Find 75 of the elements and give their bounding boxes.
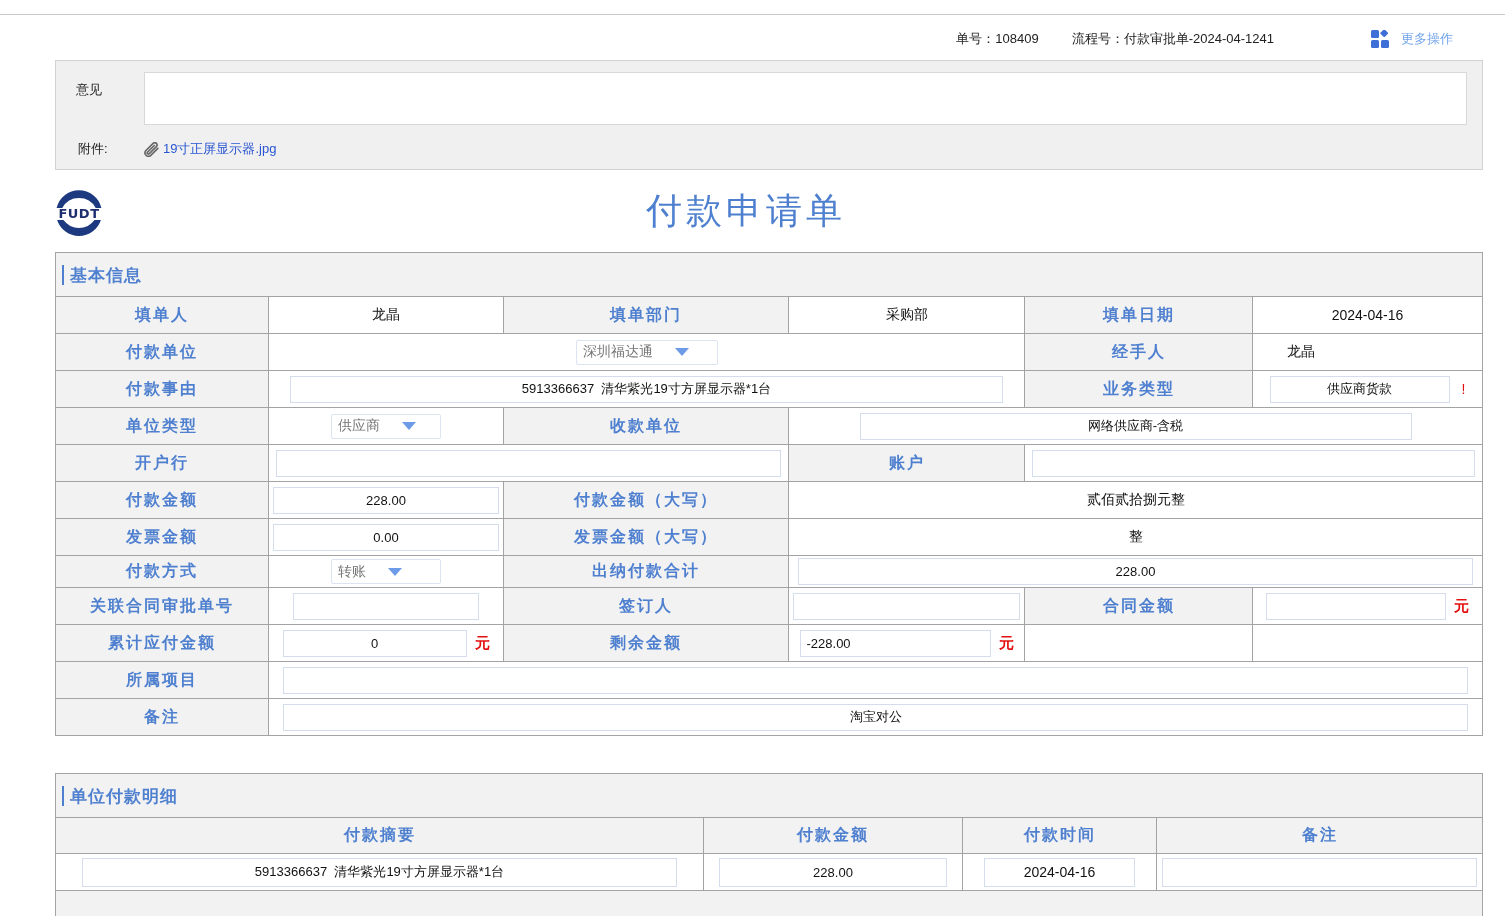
label-cell: 业务类型	[1024, 370, 1253, 408]
label-cell: 收款单位	[503, 407, 789, 445]
attachment-link[interactable]: 19寸正屏显示器.jpg	[163, 140, 277, 158]
order-number: 单号：108409	[956, 29, 1039, 48]
flow-number: 流程号：付款审批单-2024-04-1241	[1071, 29, 1274, 48]
label-cell: 发票金额	[55, 518, 269, 556]
label-cell: 出纳付款合计	[503, 555, 789, 588]
dropdown[interactable]: 供应商	[331, 413, 441, 439]
label-cell: 付款金额	[55, 481, 269, 519]
value-cell: 整	[788, 518, 1483, 556]
input-field[interactable]	[1266, 592, 1446, 620]
value-cell: 2024-04-16	[1252, 296, 1483, 334]
input-field[interactable]: 网络供应商-含税	[859, 412, 1412, 440]
caret-icon	[674, 348, 689, 356]
unit-label: 元	[1454, 596, 1469, 616]
input-field[interactable]: 228.00	[273, 486, 499, 514]
label-cell: 填单日期	[1024, 296, 1253, 334]
input-field[interactable]	[1162, 857, 1477, 887]
input-field[interactable]: 228.00	[719, 857, 947, 887]
value-cell: 龙晶	[1252, 333, 1483, 371]
input-field[interactable]	[283, 666, 1468, 694]
label-cell: 合同金额	[1024, 587, 1253, 625]
label-cell: 经手人	[1024, 333, 1253, 371]
label-cell: 关联合同审批单号	[55, 587, 269, 625]
required-mark: !	[1461, 381, 1466, 397]
label-cell: 签订人	[503, 587, 789, 625]
input-field[interactable]: -228.00	[799, 629, 991, 657]
label-cell: 剩余金额	[503, 624, 789, 662]
label-cell: 账户	[788, 444, 1025, 482]
input-field[interactable]: 0	[282, 629, 467, 657]
input-field[interactable]	[276, 449, 781, 477]
label-cell: 备注	[55, 698, 269, 736]
apps-icon	[1371, 29, 1389, 48]
column-header: 付款金额	[703, 817, 963, 854]
section-title: 基本信息	[62, 264, 142, 285]
column-header: 付款时间	[962, 817, 1157, 854]
input-field[interactable]: 0.00	[273, 523, 499, 551]
input-field[interactable]: 5913366637 清华紫光19寸方屏显示器*1台	[290, 375, 1003, 403]
opinion-field[interactable]	[144, 72, 1467, 125]
input-field[interactable]	[793, 592, 1020, 620]
label-cell: 付款方式	[55, 555, 269, 588]
label-cell: 单位类型	[55, 407, 269, 445]
label-cell: 发票金额（大写）	[503, 518, 789, 556]
column-header: 付款摘要	[55, 817, 704, 854]
caret-icon	[388, 567, 402, 576]
section-title: 单位付款明细	[62, 785, 178, 806]
input-field[interactable]: 228.00	[798, 558, 1473, 585]
input-field[interactable]: 供应商货款	[1269, 375, 1450, 403]
value-cell: 贰佰贰拾捌元整	[788, 481, 1483, 519]
paperclip-icon	[144, 141, 159, 157]
value-cell: 龙晶	[268, 296, 504, 334]
column-header: 备注	[1156, 817, 1483, 854]
label-cell: 填单部门	[503, 296, 789, 334]
label-cell: 付款金额（大写）	[503, 481, 789, 519]
opinion-label: 意见	[76, 81, 102, 99]
unit-label: 元	[998, 633, 1014, 653]
attachment-label: 附件:	[78, 140, 108, 158]
label-cell: 所属项目	[55, 661, 269, 699]
company-logo: FUDT	[53, 189, 105, 237]
input-field[interactable]: 2024-04-16	[984, 857, 1135, 887]
label-cell: 累计应付金额	[55, 624, 269, 662]
label-cell: 付款单位	[55, 333, 269, 371]
form-title: 付款申请单	[645, 188, 847, 233]
caret-icon	[402, 422, 416, 430]
label-cell: 开户行	[55, 444, 269, 482]
dropdown[interactable]: 深圳福达通	[575, 339, 718, 365]
value-cell: 采购部	[788, 296, 1025, 334]
input-field[interactable]: 淘宝对公	[283, 703, 1468, 731]
unit-label: 元	[474, 633, 490, 653]
dropdown[interactable]: 转账	[331, 559, 441, 584]
label-cell: 付款事由	[55, 370, 269, 408]
input-field[interactable]	[293, 592, 479, 620]
input-field[interactable]	[1032, 449, 1475, 477]
label-cell: 填单人	[55, 296, 269, 334]
input-field[interactable]: 5913366637 清华紫光19寸方屏显示器*1台	[82, 857, 677, 887]
